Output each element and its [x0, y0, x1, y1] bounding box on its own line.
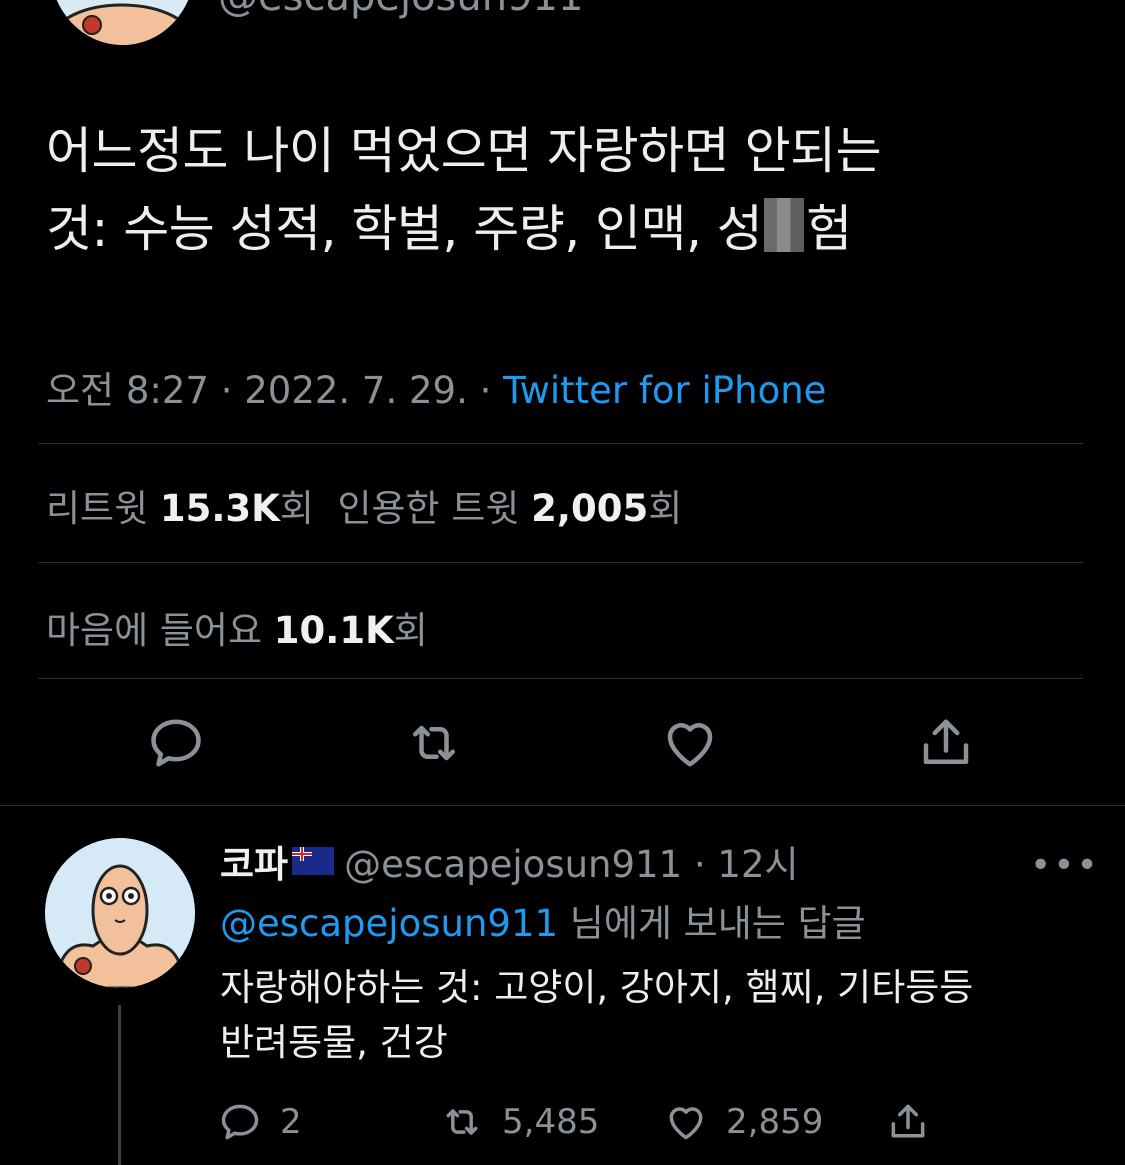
- tweet-time[interactable]: 오전 8:27: [46, 369, 209, 412]
- likes-label: 마음에 들어요: [46, 609, 263, 652]
- reply-text: 자랑해야하는 것: 고양이, 강아지, 햄찌, 기타등등 반려동물, 건강: [220, 960, 1080, 1070]
- replying-to: @escapejosun911 님에게 보내는 답글: [220, 893, 866, 947]
- reply-text-line2: 반려동물, 건강: [220, 1021, 448, 1064]
- reply-reply-button[interactable]: 2: [218, 1092, 302, 1152]
- share-icon: [891, 1104, 925, 1138]
- reply-share-button[interactable]: [886, 1092, 948, 1152]
- reply-like-button[interactable]: 2,859: [664, 1092, 823, 1152]
- header-separator: ·: [682, 843, 718, 886]
- section-divider: [0, 805, 1125, 806]
- tweet-text-line1: 어느정도 나이 먹었으면 자랑하면 안되는: [46, 122, 882, 180]
- likes-unit: 회: [393, 609, 428, 652]
- reply-like-count: 2,859: [726, 1102, 824, 1142]
- reply-handle[interactable]: @escapejosun911: [344, 843, 682, 886]
- tweet-date[interactable]: 2022. 7. 29.: [244, 369, 468, 412]
- tweet-text-line2-end: 험: [806, 200, 852, 258]
- reply-time[interactable]: 12시: [717, 843, 798, 886]
- censor-blur: [764, 198, 805, 252]
- likes-count[interactable]: 10.1K: [274, 609, 394, 652]
- tweet-meta: 오전 8:27 · 2022. 7. 29. · Twitter for iPh…: [46, 360, 826, 414]
- retweet-stats: 리트윗 15.3K회 인용한 트윗 2,005회: [46, 478, 682, 532]
- reply-text-line1: 자랑해야하는 것: 고양이, 강아지, 햄찌, 기타등등: [220, 966, 974, 1009]
- reply-actions: 2 5,485 2,859: [218, 1092, 938, 1152]
- meta-separator: ·: [467, 369, 504, 412]
- thread-line: [118, 1005, 121, 1165]
- divider: [38, 678, 1083, 679]
- replying-to-mention[interactable]: @escapejosun911: [220, 902, 558, 945]
- reply-retweet-count: 5,485: [502, 1102, 600, 1142]
- australia-flag-icon: [292, 847, 335, 875]
- tweet-text: 어느정도 나이 먹었으면 자랑하면 안되는 것: 수능 성적, 학벌, 주량, …: [46, 112, 1086, 268]
- share-icon[interactable]: [916, 713, 976, 773]
- retweet-icon: [446, 1109, 478, 1135]
- tweet-source-link[interactable]: Twitter for iPhone: [503, 369, 826, 412]
- divider: [38, 443, 1083, 444]
- tweet-text-line2: 것: 수능 성적, 학벌, 주량, 인맥, 성: [46, 200, 763, 258]
- quotes-unit: 회: [648, 487, 683, 530]
- divider: [38, 562, 1083, 563]
- retweets-label: 리트윗: [46, 487, 149, 530]
- retweets-count[interactable]: 15.3K: [160, 487, 280, 530]
- heart-icon: [669, 1107, 703, 1140]
- top-avatar[interactable]: [50, 0, 195, 45]
- reply-icon: [221, 1104, 259, 1140]
- replying-to-suffix: 님에게 보내는 답글: [558, 902, 866, 945]
- reply-retweet-button[interactable]: 5,485: [440, 1092, 599, 1152]
- reply-reply-count: 2: [280, 1102, 302, 1142]
- top-handle[interactable]: @escapejosun911: [218, 0, 583, 20]
- heart-icon[interactable]: [660, 713, 720, 773]
- meta-separator: ·: [208, 369, 245, 412]
- quotes-label: 인용한 트윗: [337, 487, 520, 530]
- like-stats: 마음에 들어요 10.1K회: [46, 600, 428, 654]
- quotes-count[interactable]: 2,005: [531, 487, 648, 530]
- more-options-icon[interactable]: •••: [1030, 845, 1100, 886]
- reply-header: 코파 @escapejosun911 · 12시: [220, 834, 799, 888]
- reply-avatar[interactable]: [45, 838, 195, 988]
- retweet-icon[interactable]: [404, 713, 464, 773]
- retweets-unit: 회: [279, 487, 314, 530]
- reply-icon[interactable]: [146, 713, 206, 773]
- reply-display-name[interactable]: 코파: [220, 843, 288, 886]
